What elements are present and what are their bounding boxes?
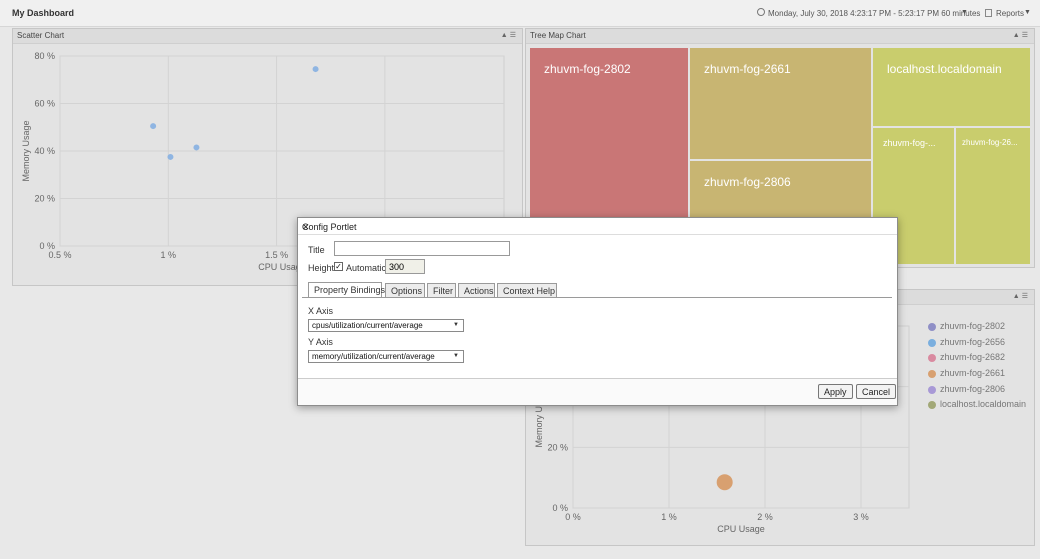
tree-map-cell[interactable]: zhuvm-fog-2802	[530, 48, 688, 218]
y-tick-label: 20 %	[547, 442, 568, 452]
automatic-label: Automatic	[346, 263, 387, 273]
y-axis-label: Y Axis	[308, 337, 333, 347]
dialog-title-bar: Config Portlet ✕	[298, 218, 897, 235]
legend-swatch	[928, 323, 936, 331]
legend-item[interactable]: zhuvm-fog-2682	[928, 352, 1026, 368]
dashboard-title: My Dashboard	[12, 8, 75, 18]
x-tick-label: 1 %	[161, 250, 177, 260]
dashboard-header: My Dashboard Monday, July 30, 2018 4:23:…	[0, 0, 1040, 27]
x-tick-label: 0.5 %	[48, 250, 71, 260]
tab-divider	[302, 297, 892, 298]
y-tick-label: 80 %	[34, 51, 55, 61]
tree-map-cell-label: zhuvm-fog-26...	[962, 138, 1018, 147]
legend-item[interactable]: zhuvm-fog-2802	[928, 321, 1026, 337]
y-tick-label: 60 %	[34, 99, 55, 109]
tree-map-cell-label: zhuvm-fog-2806	[704, 175, 791, 189]
height-input[interactable]	[385, 259, 425, 274]
tab-options[interactable]: Options	[385, 283, 425, 297]
y-tick-label: 0 %	[552, 503, 568, 513]
legend-label: zhuvm-fog-2656	[940, 336, 1006, 347]
x-tick-label: 1 %	[661, 512, 677, 522]
portlet-controls[interactable]: ▲☰	[1013, 31, 1030, 39]
reports-menu[interactable]: Reports	[996, 9, 1024, 18]
y-axis-select[interactable]: memory/utilization/current/average ▼	[308, 350, 464, 363]
portlet-title-bar: Tree Map Chart ▲☰	[526, 29, 1034, 44]
data-point	[167, 153, 174, 160]
height-label: Height	[308, 263, 335, 273]
tree-map-cell[interactable]: localhost.localdomain	[873, 48, 1030, 126]
legend-swatch	[928, 401, 936, 410]
clock-icon[interactable]	[757, 8, 765, 16]
y-tick-label: 40 %	[34, 146, 55, 156]
title-input[interactable]	[334, 241, 510, 256]
portlet-title: Tree Map Chart	[530, 31, 586, 40]
tab-context-help[interactable]: Context Help	[497, 283, 557, 297]
chevron-down-icon[interactable]: ▼	[961, 9, 968, 16]
tree-map-cell-label: zhuvm-fog-2802	[544, 62, 631, 76]
x-axis-label: CPU Usage	[717, 524, 765, 534]
tree-map-cell-label: zhuvm-fog-...	[883, 138, 936, 148]
x-tick-label: 3 %	[853, 512, 869, 522]
legend-swatch	[928, 338, 936, 347]
legend-label: zhuvm-fog-2802	[940, 321, 1006, 331]
legend-label: zhuvm-fog-2682	[940, 352, 1006, 363]
legend-swatch	[928, 354, 936, 363]
close-icon[interactable]: ✕	[302, 222, 893, 233]
legend-label: zhuvm-fog-2806	[940, 383, 1006, 394]
data-point	[716, 474, 733, 491]
automatic-checkbox[interactable]: ✓	[334, 262, 343, 271]
chevron-down-icon[interactable]: ▼	[1024, 9, 1031, 16]
chevron-down-icon: ▼	[453, 353, 459, 359]
dialog-footer	[298, 378, 897, 405]
reports-icon[interactable]	[985, 9, 992, 17]
title-label: Title	[308, 245, 325, 255]
x-tick-label: 2 %	[757, 512, 773, 522]
x-axis-label: X Axis	[308, 306, 334, 316]
legend-swatch	[928, 385, 936, 394]
legend-swatch	[928, 370, 936, 379]
tree-map-cell[interactable]: zhuvm-fog-26...	[956, 128, 1030, 264]
legend-item[interactable]: zhuvm-fog-2806	[928, 384, 1026, 400]
apply-button[interactable]: Apply	[818, 384, 853, 399]
tab-filter[interactable]: Filter	[427, 283, 456, 297]
y-tick-label: 20 %	[34, 194, 55, 204]
tree-map-cell[interactable]: zhuvm-fog-2806	[690, 161, 871, 218]
legend-item[interactable]: zhuvm-fog-2656	[928, 337, 1026, 353]
legend-item[interactable]: zhuvm-fog-2661	[928, 368, 1026, 384]
chevron-down-icon: ▼	[453, 322, 459, 328]
data-point	[150, 123, 157, 130]
tree-map-cell[interactable]: zhuvm-fog-2661	[690, 48, 871, 159]
y-axis-select-value: memory/utilization/current/average	[312, 352, 435, 361]
legend-label: zhuvm-fog-2661	[940, 368, 1006, 379]
x-axis-select-value: cpus/utilization/current/average	[312, 321, 423, 330]
tab-property-bindings[interactable]: Property Bindings	[308, 282, 385, 298]
tab-actions[interactable]: Actions	[458, 283, 495, 297]
cancel-button[interactable]: Cancel	[856, 384, 897, 399]
config-portlet-dialog: Config Portlet ✕ Title Height ✓ Automati…	[297, 217, 898, 406]
chart-legend: zhuvm-fog-2802 zhuvm-fog-2656 zhuvm-fog-…	[928, 321, 1026, 415]
x-tick-label: 1.5 %	[265, 250, 288, 260]
tree-map-cell-label: localhost.localdomain	[887, 62, 1002, 76]
time-range-selector[interactable]: Monday, July 30, 2018 4:23:17 PM - 5:23:…	[768, 9, 980, 18]
legend-item[interactable]: localhost.localdomain	[928, 399, 1026, 415]
tree-map-cell-label: zhuvm-fog-2661	[704, 62, 791, 76]
x-axis-select[interactable]: cpus/utilization/current/average ▼	[308, 319, 464, 332]
legend-label: localhost.localdomain	[940, 399, 1027, 410]
y-axis-label: Memory Usage	[21, 120, 31, 181]
y-tick-label: 0 %	[39, 241, 55, 251]
x-tick-label: 0 %	[565, 512, 581, 522]
data-point	[193, 144, 200, 151]
data-point	[312, 66, 319, 73]
